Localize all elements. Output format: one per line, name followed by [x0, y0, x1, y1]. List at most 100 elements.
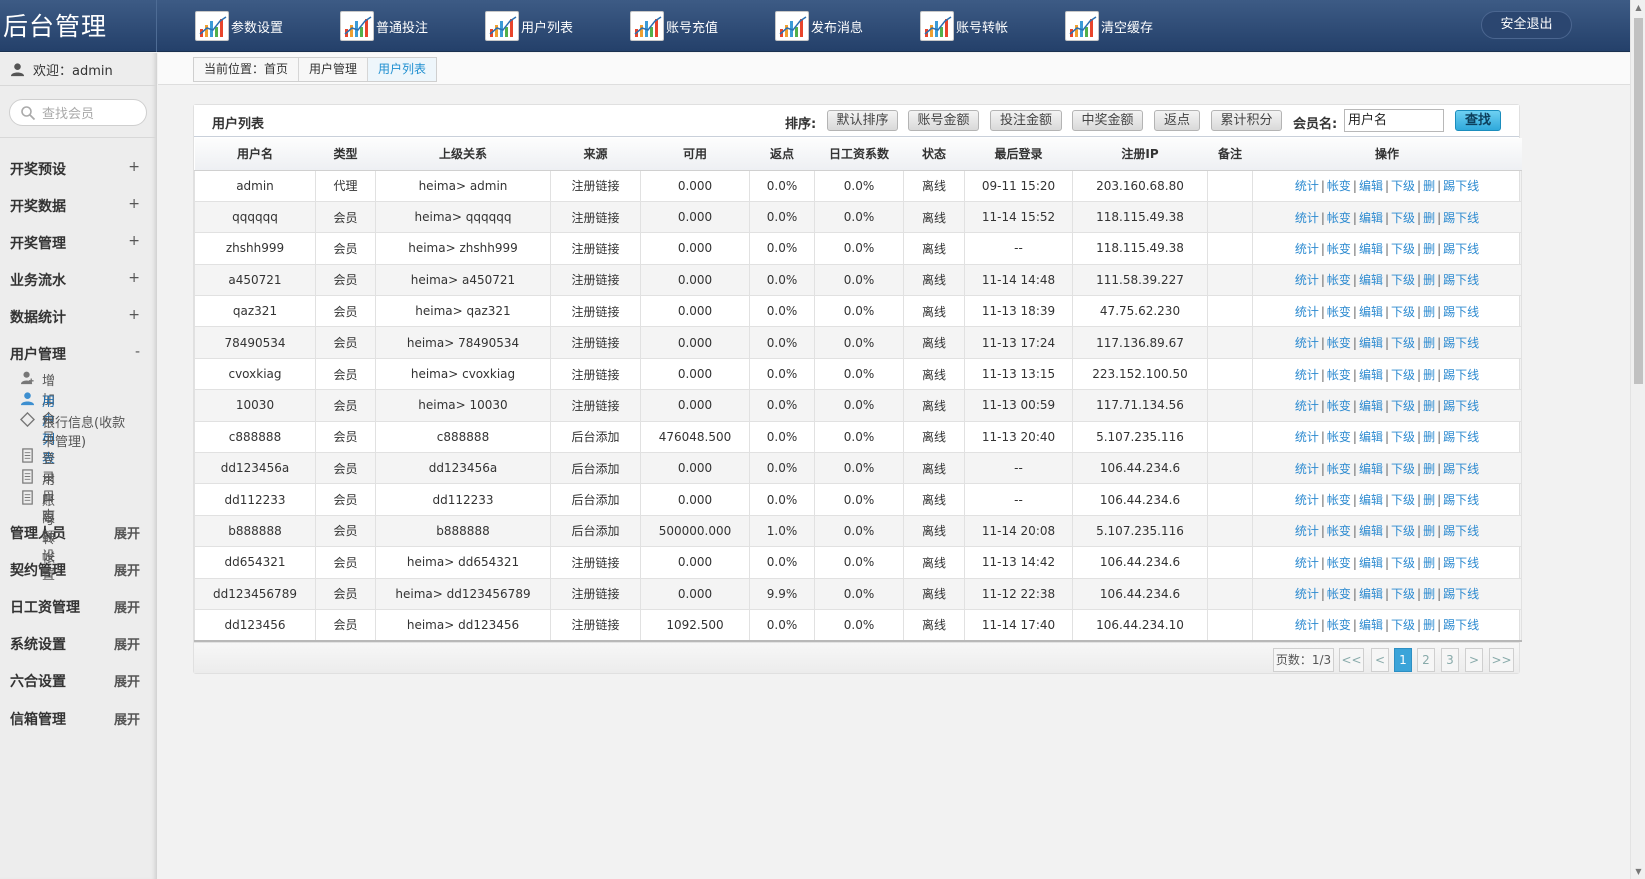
sidebar-menu-3[interactable]: 开奖管理 + [10, 233, 140, 253]
row-action-link[interactable]: 编辑 [1359, 211, 1383, 225]
expand-toggle[interactable]: 展开 [114, 597, 140, 617]
nav-item-1[interactable]: 参数设置 [195, 10, 283, 42]
row-action-link[interactable]: 统计 [1295, 524, 1319, 538]
row-action-link[interactable]: 帐变 [1327, 430, 1351, 444]
row-action-link[interactable]: 编辑 [1359, 399, 1383, 413]
row-action-link[interactable]: 删 [1423, 462, 1435, 476]
expand-icon[interactable]: + [128, 307, 140, 327]
row-action-link[interactable]: 踢下线 [1443, 462, 1479, 476]
row-action-link[interactable]: 下级 [1391, 211, 1415, 225]
row-action-link[interactable]: 帐变 [1327, 179, 1351, 193]
row-action-link[interactable]: 踢下线 [1443, 493, 1479, 507]
sidebar-subitem-6[interactable]: 账号转帐 [20, 490, 55, 566]
row-action-link[interactable]: 删 [1423, 587, 1435, 601]
row-action-link[interactable]: 删 [1423, 273, 1435, 287]
expand-toggle[interactable]: 展开 [114, 671, 140, 691]
row-action-link[interactable]: 踢下线 [1443, 305, 1479, 319]
scroll-thumb[interactable] [1634, 18, 1643, 384]
row-action-link[interactable]: 踢下线 [1443, 618, 1479, 632]
row-action-link[interactable]: 统计 [1295, 273, 1319, 287]
row-action-link[interactable]: 帐变 [1327, 399, 1351, 413]
row-action-link[interactable]: 删 [1423, 336, 1435, 350]
expand-toggle[interactable]: 展开 [114, 560, 140, 580]
row-action-link[interactable]: 统计 [1295, 618, 1319, 632]
nav-item-6[interactable]: 账号转帐 [920, 10, 1008, 42]
scroll-up-icon[interactable]: ▲ [1631, 0, 1645, 15]
row-action-link[interactable]: 下级 [1391, 524, 1415, 538]
sidebar-menu-12[interactable]: 信箱管理 展开 [10, 709, 140, 729]
pager-prev[interactable]: < [1371, 648, 1389, 672]
row-action-link[interactable]: 踢下线 [1443, 273, 1479, 287]
row-action-link[interactable]: 统计 [1295, 211, 1319, 225]
row-action-link[interactable]: 帐变 [1327, 524, 1351, 538]
row-action-link[interactable]: 统计 [1295, 179, 1319, 193]
row-action-link[interactable]: 踢下线 [1443, 587, 1479, 601]
row-action-link[interactable]: 编辑 [1359, 618, 1383, 632]
row-action-link[interactable]: 帐变 [1327, 493, 1351, 507]
row-action-link[interactable]: 踢下线 [1443, 179, 1479, 193]
expand-icon[interactable]: + [128, 196, 140, 216]
expand-toggle[interactable]: 展开 [114, 523, 140, 543]
row-action-link[interactable]: 删 [1423, 524, 1435, 538]
row-action-link[interactable]: 帐变 [1327, 368, 1351, 382]
nav-item-5[interactable]: 发布消息 [775, 10, 863, 42]
expand-toggle[interactable]: 展开 [114, 709, 140, 729]
row-action-link[interactable]: 帐变 [1327, 556, 1351, 570]
row-action-link[interactable]: 帐变 [1327, 273, 1351, 287]
sidebar-menu-11[interactable]: 六合设置 展开 [10, 671, 140, 691]
sidebar-subitem-3[interactable]: 银行信息(收款卡管理) [20, 412, 138, 450]
row-action-link[interactable]: 下级 [1391, 179, 1415, 193]
row-action-link[interactable]: 下级 [1391, 462, 1415, 476]
sidebar-menu-5[interactable]: 数据统计 + [10, 307, 140, 327]
row-action-link[interactable]: 踢下线 [1443, 336, 1479, 350]
row-action-link[interactable]: 帐变 [1327, 211, 1351, 225]
row-action-link[interactable]: 下级 [1391, 618, 1415, 632]
row-action-link[interactable]: 下级 [1391, 305, 1415, 319]
row-action-link[interactable]: 统计 [1295, 399, 1319, 413]
expand-icon[interactable]: + [128, 233, 140, 253]
pager-page-1[interactable]: 1 [1394, 648, 1412, 672]
row-action-link[interactable]: 编辑 [1359, 242, 1383, 256]
row-action-link[interactable]: 统计 [1295, 242, 1319, 256]
pager-first[interactable]: << [1339, 648, 1364, 672]
row-action-link[interactable]: 踢下线 [1443, 368, 1479, 382]
sidebar-menu-10[interactable]: 系统设置 展开 [10, 634, 140, 654]
nav-item-4[interactable]: 账号充值 [630, 10, 718, 42]
row-action-link[interactable]: 统计 [1295, 336, 1319, 350]
row-action-link[interactable]: 删 [1423, 305, 1435, 319]
row-action-link[interactable]: 踢下线 [1443, 242, 1479, 256]
sort-button-4[interactable]: 中奖金额 [1072, 110, 1143, 131]
row-action-link[interactable]: 编辑 [1359, 587, 1383, 601]
scroll-down-icon[interactable]: ▼ [1631, 864, 1645, 879]
pager-next[interactable]: > [1465, 648, 1483, 672]
row-action-link[interactable]: 统计 [1295, 493, 1319, 507]
row-action-link[interactable]: 踢下线 [1443, 524, 1479, 538]
expand-icon[interactable]: + [128, 159, 140, 179]
breadcrumb-home[interactable]: 当前位置：首页 [194, 58, 300, 81]
sidebar-menu-6[interactable]: 用户管理 - [10, 344, 140, 364]
sort-button-1[interactable]: 默认排序 [827, 110, 898, 131]
row-action-link[interactable]: 帐变 [1327, 618, 1351, 632]
sidebar-menu-1[interactable]: 开奖预设 + [10, 159, 140, 179]
row-action-link[interactable]: 统计 [1295, 368, 1319, 382]
row-action-link[interactable]: 删 [1423, 399, 1435, 413]
sort-button-2[interactable]: 账号金额 [908, 110, 979, 131]
row-action-link[interactable]: 帐变 [1327, 305, 1351, 319]
pager-page-3[interactable]: 3 [1441, 648, 1459, 672]
row-action-link[interactable]: 编辑 [1359, 273, 1383, 287]
row-action-link[interactable]: 下级 [1391, 273, 1415, 287]
sidebar-menu-9[interactable]: 日工资管理 展开 [10, 597, 140, 617]
row-action-link[interactable]: 删 [1423, 618, 1435, 632]
expand-toggle[interactable]: 展开 [114, 634, 140, 654]
breadcrumb-section[interactable]: 用户管理 [299, 58, 369, 81]
row-action-link[interactable]: 踢下线 [1443, 399, 1479, 413]
row-action-link[interactable]: 编辑 [1359, 556, 1383, 570]
row-action-link[interactable]: 统计 [1295, 462, 1319, 476]
row-action-link[interactable]: 下级 [1391, 242, 1415, 256]
row-action-link[interactable]: 删 [1423, 430, 1435, 444]
row-action-link[interactable]: 编辑 [1359, 462, 1383, 476]
row-action-link[interactable]: 帐变 [1327, 242, 1351, 256]
expand-icon[interactable]: + [128, 270, 140, 290]
row-action-link[interactable]: 编辑 [1359, 336, 1383, 350]
row-action-link[interactable]: 踢下线 [1443, 211, 1479, 225]
